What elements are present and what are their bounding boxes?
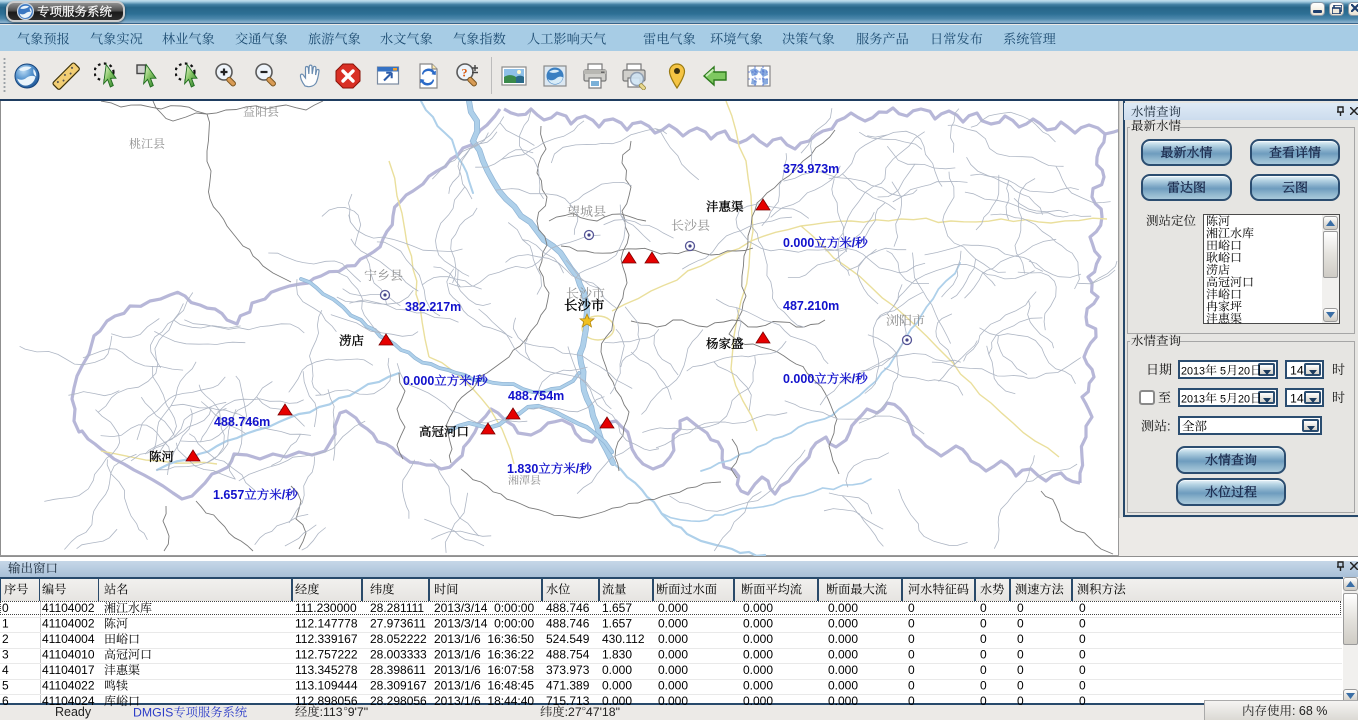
svg-text:?: ? — [462, 66, 468, 80]
